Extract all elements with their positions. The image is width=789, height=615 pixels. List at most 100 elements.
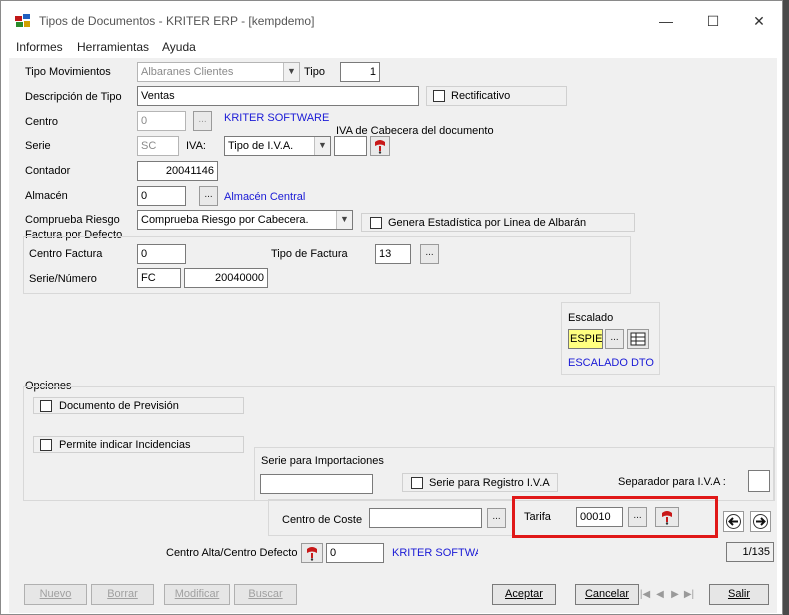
borrar-button-label: Borrar <box>107 588 138 600</box>
centro-alta-name: KRITER SOFTWA <box>392 547 478 559</box>
aceptar-button[interactable]: Aceptar <box>492 584 556 605</box>
help-icon[interactable] <box>655 507 679 527</box>
serie-registro-iva-panel: Serie para Registro I.V.A <box>402 473 558 492</box>
menu-informes[interactable]: Informes <box>16 40 63 54</box>
table-icon[interactable] <box>627 329 649 349</box>
record-counter: 1/135 <box>726 542 774 562</box>
app-icon <box>15 14 30 27</box>
comprueba-riesgo-label: Comprueba Riesgo <box>25 214 120 226</box>
salir-button-label: Salir <box>727 588 750 600</box>
nuevo-button-label: Nuevo <box>39 588 72 600</box>
last-record-icon[interactable]: ▶| <box>683 584 695 605</box>
escalado-input[interactable]: ESPIE <box>568 329 603 349</box>
modificar-button[interactable]: Modificar <box>164 584 230 605</box>
tipo-factura-label: Tipo de Factura <box>271 248 348 260</box>
centro-coste-lookup-button[interactable]: ... <box>487 508 506 528</box>
escalado-label: Escalado <box>568 312 614 324</box>
iva-cabecera-input[interactable] <box>334 136 367 156</box>
help-icon[interactable] <box>370 136 390 156</box>
centro-input[interactable]: 0 <box>137 111 186 131</box>
comprueba-riesgo-value: Comprueba Riesgo por Cabecera. <box>141 214 309 226</box>
serie-registro-iva-checkbox[interactable] <box>411 477 423 489</box>
centro-lookup-button[interactable]: ... <box>193 111 212 131</box>
tipo-factura-input[interactable]: 13 <box>375 244 411 264</box>
permite-incidencias-panel: Permite indicar Incidencias <box>33 436 244 453</box>
separador-iva-input[interactable] <box>748 470 770 492</box>
buscar-button[interactable]: Buscar <box>234 584 297 605</box>
menu-herramientas[interactable]: Herramientas <box>77 40 149 54</box>
documento-prevision-checkbox[interactable] <box>40 400 52 412</box>
buscar-button-label: Buscar <box>248 588 283 600</box>
title-bar: Tipos de Documentos - KRITER ERP - [kemp… <box>1 1 782 39</box>
tarifa-label: Tarifa <box>524 511 551 523</box>
modificar-button-label: Modificar <box>174 588 220 600</box>
cancelar-button[interactable]: Cancelar <box>575 584 639 605</box>
tipo-movimientos-label: Tipo Movimientos <box>25 66 111 78</box>
arrow-left-icon[interactable] <box>723 511 744 532</box>
borrar-button[interactable]: Borrar <box>91 584 154 605</box>
close-button[interactable]: ✕ <box>744 10 774 32</box>
minimize-button[interactable]: — <box>651 10 681 32</box>
numero-factura-input[interactable]: 20040000 <box>184 268 268 288</box>
nuevo-button[interactable]: Nuevo <box>24 584 87 605</box>
almacen-input[interactable]: 0 <box>137 186 186 206</box>
chevron-down-icon: ▼ <box>283 63 299 81</box>
tipo-label: Tipo <box>304 66 325 78</box>
iva-combo[interactable]: Tipo de I.V.A. ▼ <box>224 136 331 156</box>
centro-factura-label: Centro Factura <box>29 248 103 260</box>
serie-importaciones-input[interactable] <box>260 474 373 494</box>
cancelar-button-label: Cancelar <box>584 588 630 600</box>
tipo-movimientos-combo[interactable]: Albaranes Clientes ▼ <box>137 62 300 82</box>
serie-importaciones-label: Serie para Importaciones <box>261 455 384 467</box>
tipo-movimientos-value: Albaranes Clientes <box>141 66 234 78</box>
centro-coste-input[interactable] <box>369 508 482 528</box>
genera-estadistica-label: Genera Estadística por Linea de Albarán <box>388 217 587 229</box>
tipo-factura-lookup-button[interactable]: ... <box>420 244 439 264</box>
tipo-input[interactable]: 1 <box>340 62 380 82</box>
chevron-down-icon: ▼ <box>336 211 352 229</box>
centro-factura-input[interactable]: 0 <box>137 244 186 264</box>
maximize-button[interactable]: ☐ <box>698 10 728 32</box>
genera-estadistica-panel: Genera Estadística por Linea de Albarán <box>361 213 635 232</box>
menu-bar: Informes Herramientas Ayuda <box>1 39 782 57</box>
menu-ayuda[interactable]: Ayuda <box>162 40 196 54</box>
comprueba-riesgo-combo[interactable]: Comprueba Riesgo por Cabecera. ▼ <box>137 210 353 230</box>
almacen-lookup-button[interactable]: ... <box>199 186 218 206</box>
tarifa-input[interactable]: 00010 <box>576 507 623 527</box>
iva-label: IVA: <box>186 140 206 152</box>
serie-label: Serie <box>25 140 51 152</box>
escalado-lookup-button[interactable]: ... <box>605 329 624 349</box>
next-record-icon[interactable]: ▶ <box>669 584 681 605</box>
aceptar-button-label: Aceptar <box>505 588 543 600</box>
rectificativo-checkbox[interactable] <box>433 90 445 102</box>
first-record-icon[interactable]: |◀ <box>639 584 651 605</box>
escalado-name: ESCALADO DTO <box>568 357 654 369</box>
serie-numero-label: Serie/Número <box>29 273 97 285</box>
main-window: Tipos de Documentos - KRITER ERP - [kemp… <box>0 0 783 615</box>
separador-iva-label: Separador para I.V.A : <box>618 476 726 488</box>
serie-factura-input[interactable]: FC <box>137 268 181 288</box>
salir-button[interactable]: Salir <box>709 584 769 605</box>
rectificativo-panel: Rectificativo <box>426 86 567 106</box>
tarifa-lookup-button[interactable]: ... <box>628 507 647 527</box>
centro-coste-label: Centro de Coste <box>282 514 363 526</box>
permite-incidencias-checkbox[interactable] <box>40 439 52 451</box>
descripcion-input[interactable]: Ventas <box>137 86 419 106</box>
descripcion-label: Descripción de Tipo <box>25 91 122 103</box>
serie-registro-iva-label: Serie para Registro I.V.A <box>429 477 550 489</box>
centro-name: KRITER SOFTWARE <box>224 112 330 124</box>
centro-label: Centro <box>25 116 59 128</box>
serie-input[interactable]: SC <box>137 136 179 156</box>
factura-defecto-group <box>23 236 631 294</box>
rectificativo-label: Rectificativo <box>451 90 511 102</box>
help-icon[interactable] <box>301 543 323 563</box>
arrow-right-icon[interactable] <box>750 511 771 532</box>
almacen-name: Almacén Central <box>224 191 306 203</box>
contador-input[interactable]: 20041146 <box>137 161 218 181</box>
prev-record-icon[interactable]: ◀ <box>654 584 666 605</box>
documento-prevision-panel: Documento de Previsión <box>33 397 244 414</box>
centro-alta-label: Centro Alta/Centro Defecto <box>166 547 298 559</box>
genera-estadistica-checkbox[interactable] <box>370 217 382 229</box>
form-area: Tipo Movimientos Albaranes Clientes ▼ Ti… <box>9 58 777 613</box>
centro-alta-input[interactable]: 0 <box>326 543 384 563</box>
